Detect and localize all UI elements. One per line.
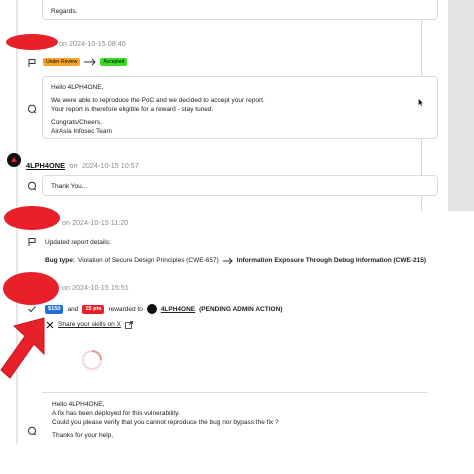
arrow-right-icon xyxy=(84,58,97,66)
update-heading: Updated report details: xyxy=(45,239,111,246)
arrow-right-icon xyxy=(222,257,233,264)
flag-icon xyxy=(28,59,36,67)
bug-type-new: Information Exposure Through Debug Infor… xyxy=(236,257,426,264)
event4-date: 2024-10-15 15:51 xyxy=(72,283,129,292)
event1-date: 2024-10-15 08:40 xyxy=(69,39,126,48)
redacted-username xyxy=(6,34,58,50)
username-link[interactable]: 4LPH4ONE xyxy=(161,305,195,314)
message-line: AirAsia Infosec Team xyxy=(51,128,112,135)
message-card-accepted: Hello 4LPH4ONE, We were able to reproduc… xyxy=(42,76,438,139)
avatar-logo-icon xyxy=(11,157,17,162)
status-badge-accepted: Accepted xyxy=(100,58,128,66)
share-label[interactable]: Share your skills on X xyxy=(58,320,121,329)
reward-conj: and xyxy=(67,305,79,313)
message-card-previous: Regards. xyxy=(42,0,438,20)
reward-line: $150 and 15 pts rewarded to 4LPH4ONE (PE… xyxy=(45,304,282,314)
avatar xyxy=(7,153,21,167)
rewarded-to-text: rewarded to xyxy=(108,305,143,313)
message-line: Congrats/Cheers, xyxy=(51,119,102,126)
message-line: Hello 4LPH4ONE, xyxy=(52,401,105,408)
date-prefix: on xyxy=(69,161,78,170)
date-prefix: on xyxy=(59,39,67,48)
message-line: Thank You... xyxy=(51,183,88,190)
message-line: Hello 4LPH4ONE, xyxy=(51,84,104,91)
loading-spinner-icon xyxy=(82,350,102,370)
event3-date: 2024-10-15 11:20 xyxy=(72,218,129,227)
redacted-username xyxy=(3,272,59,305)
bug-type-label: Bug type: xyxy=(45,257,75,264)
comment-icon xyxy=(27,104,37,114)
external-link-icon xyxy=(124,320,133,329)
checkmark-icon xyxy=(28,306,36,313)
status-badge-under-review: Under Review xyxy=(43,58,81,66)
comment-icon xyxy=(27,181,37,191)
redacted-username xyxy=(4,206,60,230)
status-change: Under Review Accepted xyxy=(43,58,128,66)
event2-header: 4LPH4ONE on 2024-10-15 10:57 xyxy=(26,155,139,173)
bug-type-change: Bug type: Violation of Secure Design Pri… xyxy=(45,256,426,265)
avatar xyxy=(146,304,157,314)
message-line: We were able to reproduce the PoC and we… xyxy=(51,97,265,104)
message-card-thanks: Thank You... xyxy=(42,175,438,196)
mouse-cursor-icon xyxy=(418,98,424,107)
message-line: Your report is therefore eligible for a … xyxy=(51,106,214,113)
message-line: Thanks for your help, xyxy=(52,432,114,439)
event4-date-line: on 2024-10-15 15:51 xyxy=(62,283,129,292)
red-arrow-annotation xyxy=(0,317,45,379)
card-top-border xyxy=(42,392,428,393)
scrollbar-track[interactable] xyxy=(448,0,474,211)
reward-status: (PENDING ADMIN ACTION) xyxy=(199,305,283,313)
bug-type-old: Violation of Secure Design Principles (C… xyxy=(77,257,219,264)
event3-date-line: on 2024-10-15 11:20 xyxy=(62,218,128,227)
username-link[interactable]: 4LPH4ONE xyxy=(26,161,65,170)
event1-date-line: on 2024-10-15 08:40 xyxy=(59,39,126,48)
date-prefix: on xyxy=(62,283,70,292)
date-prefix: on xyxy=(62,218,70,227)
flag-icon xyxy=(28,238,36,246)
message-line: Regards. xyxy=(51,8,78,15)
share-on-x-link[interactable]: Share your skills on X xyxy=(46,320,133,329)
points-badge: 15 pts xyxy=(82,304,105,314)
message-line: A fix has been deployed for this vulnera… xyxy=(52,410,180,417)
message-fix-deployed: Hello 4LPH4ONE, A fix has been deployed … xyxy=(52,400,279,440)
bounty-badge: $150 xyxy=(45,304,64,314)
message-line: Could you please verify that you cannot … xyxy=(52,419,279,426)
event2-date: 2024-10-15 10:57 xyxy=(81,161,139,170)
comment-icon xyxy=(27,426,37,436)
